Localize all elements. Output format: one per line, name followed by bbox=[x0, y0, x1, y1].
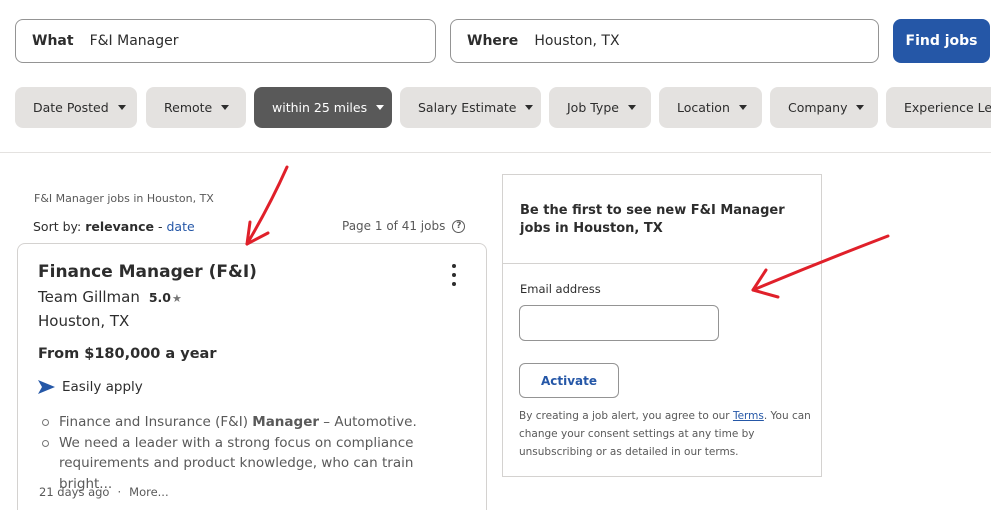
sort-relevance: relevance bbox=[85, 219, 154, 234]
where-input-value[interactable]: Houston, TX bbox=[534, 33, 619, 49]
more-options-icon[interactable] bbox=[448, 264, 460, 286]
easy-apply-icon bbox=[38, 380, 55, 394]
filter-label: Date Posted bbox=[33, 100, 109, 115]
caret-down-icon bbox=[627, 105, 636, 110]
what-label: What bbox=[32, 33, 74, 49]
caret-down-icon bbox=[221, 105, 230, 110]
filter-label: Salary Estimate bbox=[418, 100, 517, 115]
annotation-arrow bbox=[245, 220, 270, 246]
caret-down-icon bbox=[376, 105, 385, 110]
email-input[interactable] bbox=[519, 305, 719, 341]
filter-location[interactable]: Location bbox=[659, 87, 762, 128]
sort-date-link[interactable]: date bbox=[166, 219, 194, 234]
job-alert-panel: Be the first to see new F&I Manager jobs… bbox=[502, 174, 822, 477]
job-snippet: Finance and Insurance (F&I) Manager – Au… bbox=[40, 412, 470, 494]
company-rating: 5.0 bbox=[148, 290, 172, 305]
where-label: Where bbox=[467, 33, 519, 49]
alert-title: Be the first to see new F&I Manager jobs… bbox=[520, 203, 785, 236]
meta-dot: · bbox=[117, 485, 122, 499]
job-meta: 21 days ago · More... bbox=[39, 485, 169, 499]
page-count-text: Page 1 of 41 jobs bbox=[342, 219, 446, 233]
easy-apply-label: Easily apply bbox=[62, 379, 143, 395]
caret-down-icon bbox=[856, 105, 865, 110]
job-title[interactable]: Finance Manager (F&I) bbox=[38, 262, 257, 282]
filter-distance[interactable]: within 25 miles bbox=[254, 87, 392, 128]
star-icon: ★ bbox=[172, 292, 182, 305]
job-location: Houston, TX bbox=[38, 312, 130, 330]
alert-divider bbox=[503, 263, 821, 264]
snippet-item: Finance and Insurance (F&I) Manager – Au… bbox=[40, 412, 470, 433]
caret-down-icon bbox=[525, 105, 534, 110]
filter-label: Remote bbox=[164, 100, 213, 115]
filter-label: Company bbox=[788, 100, 848, 115]
filter-label: Job Type bbox=[567, 100, 619, 115]
terms-link[interactable]: Terms bbox=[733, 410, 764, 422]
filter-remote[interactable]: Remote bbox=[146, 87, 246, 128]
more-link[interactable]: More... bbox=[129, 485, 168, 499]
activate-button[interactable]: Activate bbox=[519, 363, 619, 398]
filter-job-type[interactable]: Job Type bbox=[549, 87, 651, 128]
page-count: Page 1 of 41 jobs ? bbox=[342, 219, 466, 233]
filter-experience-level[interactable]: Experience Level bbox=[886, 87, 991, 128]
filter-label: Experience Level bbox=[904, 100, 991, 115]
filter-salary-estimate[interactable]: Salary Estimate bbox=[400, 87, 541, 128]
help-icon[interactable]: ? bbox=[452, 219, 466, 233]
easy-apply-badge: Easily apply bbox=[38, 379, 143, 395]
job-salary: From $180,000 a year bbox=[38, 346, 217, 362]
company-row: Team Gillman 5.0 ★ bbox=[38, 288, 182, 306]
company-name[interactable]: Team Gillman bbox=[38, 288, 140, 306]
filter-label: within 25 miles bbox=[272, 100, 368, 115]
filter-company[interactable]: Company bbox=[770, 87, 878, 128]
filter-label: Location bbox=[677, 100, 730, 115]
where-search-field[interactable]: Where Houston, TX bbox=[450, 19, 879, 63]
annotation-arrow bbox=[245, 165, 289, 246]
header-divider bbox=[0, 152, 991, 153]
alert-terms: By creating a job alert, you agree to ou… bbox=[519, 410, 811, 458]
what-input-value[interactable]: F&I Manager bbox=[90, 33, 179, 49]
caret-down-icon bbox=[117, 105, 126, 110]
posted-date: 21 days ago bbox=[39, 485, 110, 499]
job-card[interactable]: Finance Manager (F&I) Team Gillman 5.0 ★… bbox=[17, 243, 487, 510]
results-header: F&I Manager jobs in Houston, TX bbox=[34, 192, 214, 205]
caret-down-icon bbox=[738, 105, 747, 110]
what-search-field[interactable]: What F&I Manager bbox=[15, 19, 436, 63]
filter-date-posted[interactable]: Date Posted bbox=[15, 87, 137, 128]
sort-controls: Sort by: relevance - date bbox=[33, 219, 195, 234]
find-jobs-button[interactable]: Find jobs bbox=[893, 19, 990, 63]
sort-separator: - bbox=[154, 219, 167, 234]
email-label: Email address bbox=[520, 282, 601, 296]
sort-prefix: Sort by: bbox=[33, 219, 82, 234]
